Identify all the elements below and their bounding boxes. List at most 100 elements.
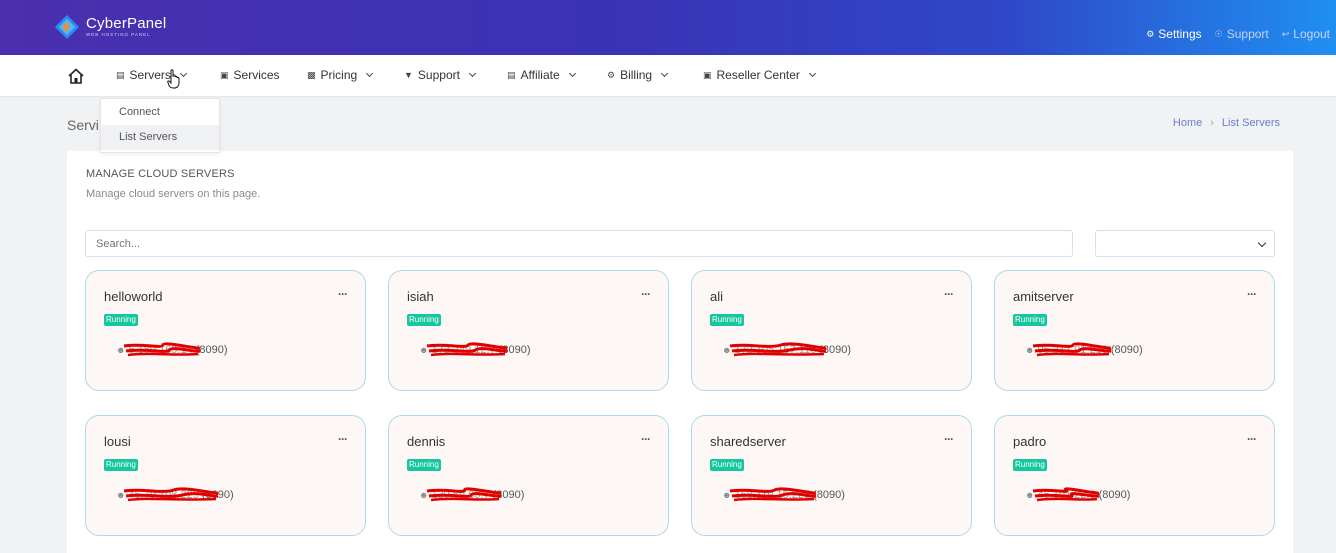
- servers-dropdown-menu: Connect List Servers: [100, 98, 220, 153]
- panel-title: MANAGE CLOUD SERVERS: [86, 168, 235, 180]
- server-card[interactable]: isiah ··· Running ☻ 173.249.12.7 (8090): [388, 270, 669, 391]
- server-card[interactable]: ali ··· Running ☻ 172.105.157.116 (8090): [691, 270, 972, 391]
- nav-pricing[interactable]: ▩ Pricing: [307, 68, 374, 82]
- more-options-icon[interactable]: ···: [1247, 287, 1257, 301]
- nav-pricing-label: Pricing: [320, 68, 358, 82]
- more-options-icon[interactable]: ···: [944, 432, 954, 446]
- nav-affiliate-label: Affiliate: [520, 68, 560, 82]
- server-card[interactable]: lousi ··· Running ☻ 45.79.108.229 (8090): [85, 415, 366, 536]
- support-label: Support: [1226, 27, 1269, 41]
- hand-pointer-cursor-icon: [167, 69, 181, 94]
- logout-icon: ↩: [1281, 28, 1290, 39]
- nav-reseller-label: Reseller Center: [716, 68, 800, 82]
- nav-support-label: Support: [417, 68, 460, 82]
- logout-label: Logout: [1293, 27, 1330, 41]
- briefcase-icon: ▣: [220, 69, 229, 80]
- status-badge: Running: [407, 459, 441, 471]
- breadcrumb-home[interactable]: Home: [1173, 117, 1202, 129]
- affiliate-icon: ▤: [507, 69, 516, 80]
- top-header: CyberPanel WEB HOSTING PANEL ⚙ Settings …: [0, 0, 1336, 55]
- server-card[interactable]: helloworld ··· Running ☻ 5.189.169.14 (8090): [85, 270, 366, 391]
- server-icon: ▤: [116, 69, 125, 80]
- settings-link[interactable]: ⚙ Settings: [1146, 27, 1201, 41]
- support-link[interactable]: ☉ Support: [1215, 27, 1269, 41]
- redaction-scribble-icon: [1033, 487, 1100, 502]
- server-ip: 172.105.157.116: [730, 342, 827, 357]
- server-card[interactable]: padro ··· Running ☻ 46.101.22.8 (8090): [994, 415, 1275, 536]
- main-navbar: ▤ Servers ▣ Services ▩ Pricing ▼ Support…: [0, 55, 1336, 97]
- server-name: amitserver: [1013, 289, 1074, 304]
- globe-icon: ☉: [1214, 28, 1223, 39]
- search-input[interactable]: [85, 230, 1073, 257]
- brand-logo[interactable]: CyberPanel WEB HOSTING PANEL: [54, 14, 166, 40]
- pricing-icon: ▩: [307, 69, 316, 80]
- redaction-scribble-icon: [124, 487, 219, 502]
- nav-reseller-center[interactable]: ▣ Reseller Center: [703, 68, 816, 82]
- server-card[interactable]: amitserver ··· Running ☻ 95.217.91.210 (8090): [994, 270, 1275, 391]
- nav-billing-label: Billing: [620, 68, 653, 82]
- nav-support[interactable]: ▼ Support: [404, 68, 476, 82]
- breadcrumb: Home › List Servers: [1173, 117, 1280, 129]
- server-ip: 168.119.15.225: [730, 487, 817, 502]
- server-card[interactable]: dennis ··· Running ☻ 139.59.60.7 (8090): [388, 415, 669, 536]
- top-links: ⚙ Settings ☉ Support ↩ Logout: [1146, 27, 1330, 41]
- nav-services[interactable]: ▣ Services: [220, 68, 280, 82]
- chevron-down-icon: [808, 69, 816, 78]
- logout-link[interactable]: ↩ Logout: [1282, 27, 1330, 41]
- server-ip: 46.101.22.8: [1033, 487, 1100, 502]
- server-name: sharedserver: [710, 434, 786, 449]
- server-address: ☻ 5.189.169.14 (8090): [116, 342, 228, 357]
- server-name: padro: [1013, 434, 1047, 449]
- redaction-scribble-icon: [1033, 342, 1112, 357]
- server-address: ☻ 139.59.60.7 (8090): [419, 487, 524, 502]
- server-name: isiah: [407, 289, 434, 304]
- server-name: helloworld: [104, 289, 163, 304]
- user-gear-icon: ⚙: [1146, 28, 1155, 39]
- status-badge: Running: [710, 459, 744, 471]
- more-options-icon[interactable]: ···: [641, 287, 651, 301]
- gear-icon: ⚙: [607, 69, 616, 80]
- manage-servers-panel: MANAGE CLOUD SERVERS Manage cloud server…: [67, 151, 1293, 553]
- cyberpanel-logo-icon: [54, 14, 80, 40]
- filter-select[interactable]: [1095, 230, 1275, 257]
- more-options-icon[interactable]: ···: [338, 432, 348, 446]
- status-badge: Running: [407, 314, 441, 326]
- briefcase-icon: ▣: [703, 69, 712, 80]
- server-address: ☻ 46.101.22.8 (8090): [1025, 487, 1131, 502]
- more-options-icon[interactable]: ···: [1247, 432, 1257, 446]
- chevron-down-icon: [568, 69, 576, 78]
- redaction-scribble-icon: [730, 342, 827, 357]
- server-address: ☻ 168.119.15.225 (8090): [722, 487, 845, 502]
- settings-label: Settings: [1158, 27, 1202, 41]
- home-icon[interactable]: [67, 67, 85, 85]
- status-badge: Running: [1013, 314, 1047, 326]
- redaction-scribble-icon: [124, 342, 201, 357]
- chevron-down-icon: [366, 69, 374, 78]
- server-port: (8090): [1098, 489, 1131, 501]
- server-name: ali: [710, 289, 724, 304]
- chevron-down-icon: [468, 69, 476, 78]
- redaction-scribble-icon: [427, 487, 502, 502]
- status-badge: Running: [1013, 459, 1047, 471]
- nav-services-label: Services: [233, 68, 280, 82]
- server-card[interactable]: sharedserver ··· Running ☻ 168.119.15.225 (80…: [691, 415, 972, 536]
- server-ip: 173.249.12.7: [427, 342, 508, 357]
- server-ip: 5.189.169.14: [124, 342, 201, 357]
- more-options-icon[interactable]: ···: [338, 287, 348, 301]
- nav-billing[interactable]: ⚙ Billing: [607, 68, 669, 82]
- server-port: (8090): [1110, 344, 1143, 356]
- status-badge: Running: [104, 314, 138, 326]
- server-address: ☻ 95.217.91.210 (8090): [1025, 342, 1143, 357]
- nav-affiliate[interactable]: ▤ Affiliate: [507, 68, 576, 82]
- status-badge: Running: [710, 314, 744, 326]
- panel-subtitle: Manage cloud servers on this page.: [86, 188, 261, 200]
- breadcrumb-current: List Servers: [1221, 117, 1280, 129]
- server-address: ☻ 173.249.12.7 (8090): [419, 342, 531, 357]
- support-icon: ▼: [404, 70, 413, 80]
- dropdown-item-list-servers[interactable]: List Servers: [101, 125, 219, 150]
- chevron-down-icon: [661, 69, 669, 78]
- more-options-icon[interactable]: ···: [944, 287, 954, 301]
- dropdown-item-connect[interactable]: Connect: [101, 100, 219, 125]
- more-options-icon[interactable]: ···: [641, 432, 651, 446]
- server-name: lousi: [104, 434, 131, 449]
